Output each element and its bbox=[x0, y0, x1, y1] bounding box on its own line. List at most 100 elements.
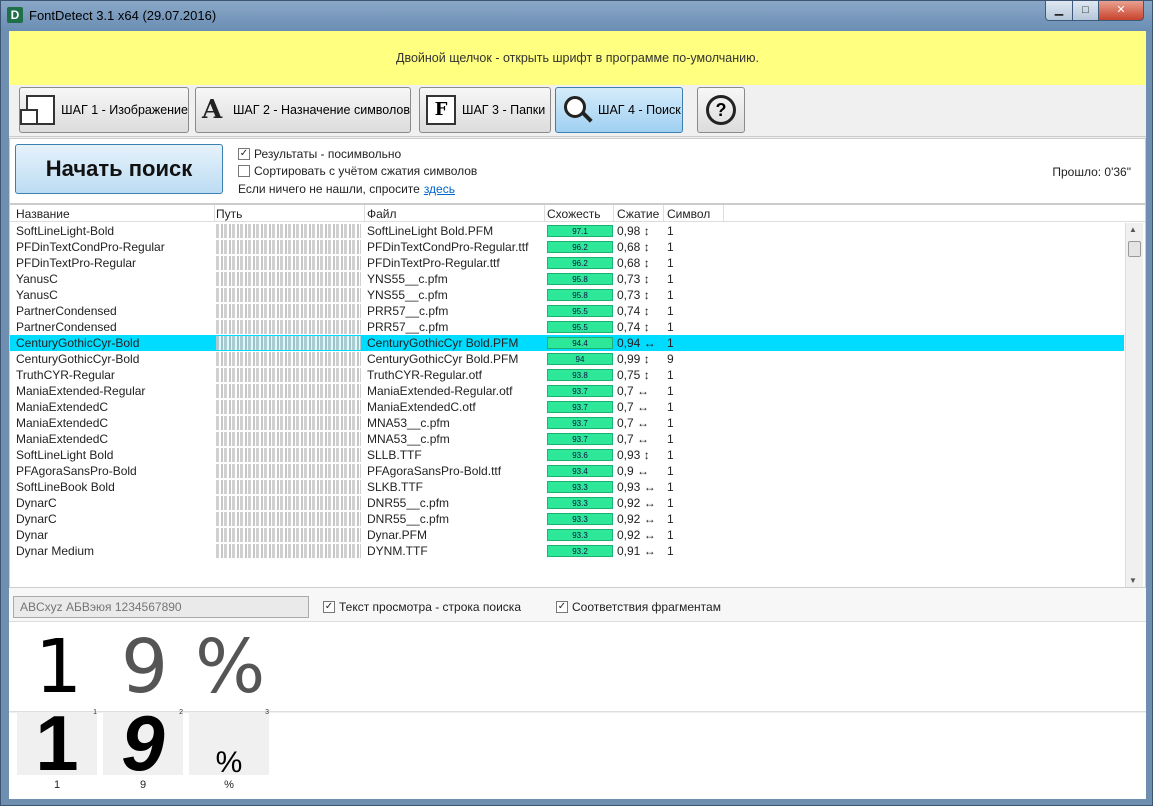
cell-name: PartnerCondensed bbox=[16, 304, 117, 318]
cell-compression: 0,9 ↔ bbox=[617, 464, 650, 478]
cell-name: PFDinTextCondPro-Regular bbox=[16, 240, 165, 254]
similarity-bar: 93.4 bbox=[547, 465, 613, 477]
table-row[interactable]: YanusC YNS55__c.pfm 95.8 0,73 ↕ 1 bbox=[10, 287, 1124, 303]
similarity-bar: 93.8 bbox=[547, 369, 613, 381]
option-sort-compress[interactable]: Сортировать с учётом сжатия символов bbox=[238, 164, 477, 178]
fragments-area: 1 1 1 9 2 9 % 3 % bbox=[9, 703, 1146, 799]
column-divider[interactable] bbox=[364, 205, 365, 222]
cell-name: ManiaExtendedC bbox=[16, 432, 109, 446]
col-symbol-header[interactable]: Символ bbox=[667, 207, 710, 221]
table-row[interactable]: PFDinTextPro-Regular PFDinTextPro-Regular… bbox=[10, 255, 1124, 271]
checkbox-unchecked-icon[interactable] bbox=[238, 165, 250, 177]
cell-name: TruthCYR-Regular bbox=[16, 368, 115, 382]
cell-name: CenturyGothicCyr-Bold bbox=[16, 352, 140, 366]
similarity-bar: 94.4 bbox=[547, 337, 613, 349]
step-1-button[interactable]: ШАГ 1 - Изображение bbox=[19, 87, 189, 133]
ask-link[interactable]: здесь bbox=[424, 182, 455, 196]
fragment-tile[interactable]: 9 2 9 bbox=[103, 703, 183, 793]
table-row[interactable]: YanusC YNS55__c.pfm 95.8 0,73 ↕ 1 bbox=[10, 271, 1124, 287]
scroll-thumb[interactable] bbox=[1128, 241, 1141, 257]
checkbox-checked-icon[interactable]: ✓ bbox=[323, 601, 335, 613]
table-row[interactable]: CenturyGothicCyr-Bold CenturyGothicCyr Bo… bbox=[10, 351, 1124, 367]
ask-text: Если ничего не нашли, спросите bbox=[238, 182, 420, 196]
cell-path-obscured bbox=[216, 400, 361, 414]
option-search-string-label: Текст просмотра - строка поиска bbox=[339, 600, 521, 614]
checkbox-checked-icon[interactable]: ✓ bbox=[556, 601, 568, 613]
column-divider[interactable] bbox=[613, 205, 614, 222]
cell-compression: 0,99 ↕ bbox=[617, 352, 650, 366]
scroll-up-icon[interactable]: ▲ bbox=[1129, 225, 1137, 234]
table-row[interactable]: SoftLineLight-Bold SoftLineLight Bold.PFM… bbox=[10, 223, 1124, 239]
cell-path-obscured bbox=[216, 272, 361, 286]
table-row[interactable]: DynarC DNR55__c.pfm 93.3 0,92 ↔ 1 bbox=[10, 495, 1124, 511]
col-path-header[interactable]: Путь bbox=[216, 207, 242, 221]
cell-compression: 0,68 ↕ bbox=[617, 256, 650, 270]
step-3-button[interactable]: F ШАГ 3 - Папки bbox=[419, 87, 551, 133]
cell-file: CenturyGothicCyr Bold.PFM bbox=[367, 336, 519, 350]
table-row[interactable]: ManiaExtended-Regular ManiaExtended-Regul… bbox=[10, 383, 1124, 399]
table-row[interactable]: ManiaExtendedC ManiaExtendedC.otf 93.7 0,7 … bbox=[10, 399, 1124, 415]
close-button[interactable]: ✕ bbox=[1098, 1, 1144, 21]
start-search-button[interactable]: Начать поиск bbox=[15, 144, 223, 194]
step-2-button[interactable]: A ШАГ 2 - Назначение символов bbox=[195, 87, 411, 133]
table-row[interactable]: PFAgoraSansPro-Bold PFAgoraSansPro-Bold.t… bbox=[10, 463, 1124, 479]
table-row[interactable]: Dynar Dynar.PFM 93.3 0,92 ↔ 1 bbox=[10, 527, 1124, 543]
cell-file: SLLB.TTF bbox=[367, 448, 422, 462]
option-per-symbol[interactable]: ✓ Результаты - посимвольно bbox=[238, 147, 401, 161]
results-list[interactable]: Название Путь Файл Схожесть Сжатие Симво… bbox=[9, 204, 1146, 588]
maximize-button[interactable]: □ bbox=[1072, 1, 1099, 21]
option-sort-compress-label: Сортировать с учётом сжатия символов bbox=[254, 164, 478, 178]
table-row[interactable]: SoftLineLight Bold SLLB.TTF 93.6 0,93 ↕ 1 bbox=[10, 447, 1124, 463]
col-name-header[interactable]: Название bbox=[16, 207, 70, 221]
fragment-tile[interactable]: % 3 % bbox=[189, 709, 269, 793]
table-row[interactable]: Dynar Medium DYNM.TTF 93.2 0,91 ↔ 1 bbox=[10, 543, 1124, 559]
vertical-scrollbar[interactable]: ▲ ▼ bbox=[1125, 223, 1143, 587]
col-compression-header[interactable]: Сжатие bbox=[617, 207, 659, 221]
column-divider[interactable] bbox=[544, 205, 545, 222]
cell-path-obscured bbox=[216, 304, 361, 318]
cell-symbol: 1 bbox=[667, 304, 674, 318]
cell-symbol: 1 bbox=[667, 432, 674, 446]
fragment-image: 9 2 bbox=[103, 703, 183, 783]
cell-symbol: 1 bbox=[667, 448, 674, 462]
option-search-string[interactable]: ✓ Текст просмотра - строка поиска bbox=[323, 600, 521, 614]
cell-path-obscured bbox=[216, 352, 361, 366]
step-4-button[interactable]: ШАГ 4 - Поиск bbox=[555, 87, 683, 133]
fragment-tile[interactable]: 1 1 1 bbox=[17, 703, 97, 793]
cell-file: Dynar.PFM bbox=[367, 528, 428, 542]
cell-name: PFDinTextPro-Regular bbox=[16, 256, 137, 270]
minimize-button[interactable]: ▁ bbox=[1045, 1, 1073, 21]
scroll-down-icon[interactable]: ▼ bbox=[1129, 576, 1137, 585]
column-divider[interactable] bbox=[214, 205, 215, 222]
col-similarity-header[interactable]: Схожесть bbox=[547, 207, 601, 221]
column-divider[interactable] bbox=[723, 205, 724, 222]
table-row[interactable]: DynarC DNR55__c.pfm 93.3 0,92 ↔ 1 bbox=[10, 511, 1124, 527]
table-row[interactable]: ManiaExtendedC MNA53__c.pfm 93.7 0,7 ↔ 1 bbox=[10, 431, 1124, 447]
cell-compression: 0,91 ↔ bbox=[617, 544, 656, 558]
table-row[interactable]: PartnerCondensed PRR57__c.pfm 95.5 0,74 ↕ 1 bbox=[10, 319, 1124, 335]
table-row[interactable]: TruthCYR-Regular TruthCYR-Regular.otf 93.8… bbox=[10, 367, 1124, 383]
table-row[interactable]: ManiaExtendedC MNA53__c.pfm 93.7 0,7 ↔ 1 bbox=[10, 415, 1124, 431]
step-2-label: ШАГ 2 - Назначение символов bbox=[232, 103, 410, 117]
cell-path-obscured bbox=[216, 448, 361, 462]
table-row[interactable]: CenturyGothicCyr-Bold CenturyGothicCyr Bo… bbox=[10, 335, 1124, 351]
cell-symbol: 1 bbox=[667, 336, 674, 350]
help-button[interactable]: ? bbox=[697, 87, 745, 133]
preview-text-input[interactable] bbox=[13, 596, 309, 618]
cell-compression: 0,68 ↕ bbox=[617, 240, 650, 254]
col-file-header[interactable]: Файл bbox=[367, 207, 397, 221]
checkbox-checked-icon[interactable]: ✓ bbox=[238, 148, 250, 160]
column-divider[interactable] bbox=[663, 205, 664, 222]
cell-compression: 0,93 ↕ bbox=[617, 448, 650, 462]
magnifier-icon bbox=[562, 95, 593, 125]
cell-compression: 0,92 ↔ bbox=[617, 528, 656, 542]
preview-glyph: 1 bbox=[35, 624, 83, 710]
cell-name: YanusC bbox=[16, 272, 58, 286]
preview-toolbar: ✓ Текст просмотра - строка поиска ✓ Соот… bbox=[9, 588, 1146, 622]
cell-compression: 0,7 ↔ bbox=[617, 384, 650, 398]
table-row[interactable]: PartnerCondensed PRR57__c.pfm 95.5 0,74 ↕ 1 bbox=[10, 303, 1124, 319]
option-fragments[interactable]: ✓ Соответствия фрагментам bbox=[556, 600, 721, 614]
table-row[interactable]: SoftLineBook Bold SLKB.TTF 93.3 0,93 ↔ 1 bbox=[10, 479, 1124, 495]
table-row[interactable]: PFDinTextCondPro-Regular PFDinTextCondPro… bbox=[10, 239, 1124, 255]
fragment-index: 2 bbox=[179, 709, 183, 716]
